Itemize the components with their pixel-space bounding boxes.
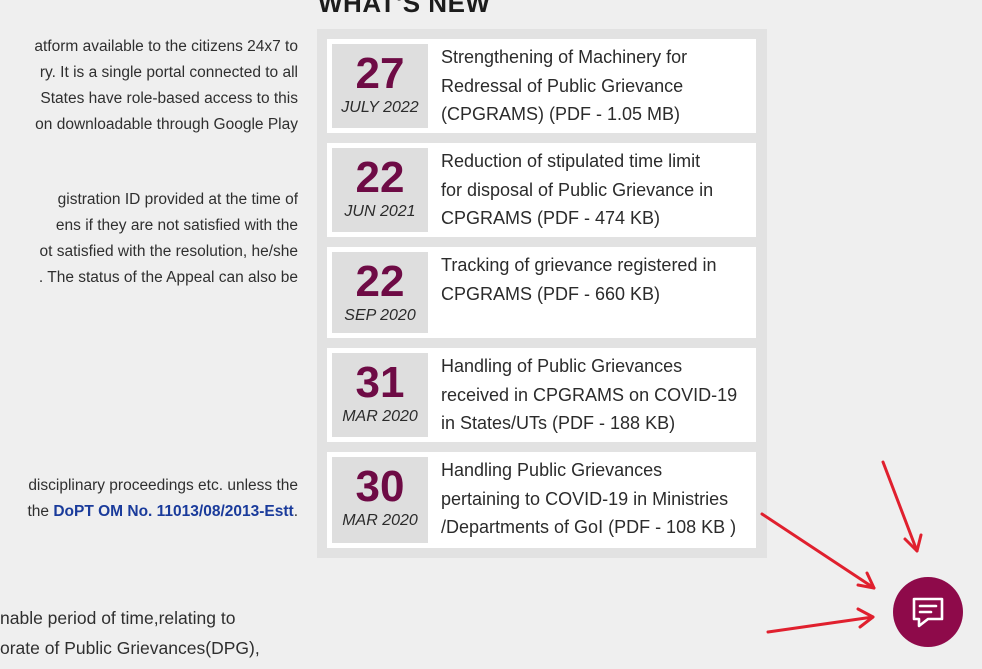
intro-paragraph: atform available to the citizens 24x7 to… [0, 34, 298, 138]
arrow-line [766, 615, 875, 634]
date-month: SEP 2020 [344, 307, 416, 324]
appeal-paragraph: gistration ID provided at the time of en… [0, 187, 298, 291]
whats-new-heading: WHAT'S NEW [318, 0, 491, 18]
date-day: 27 [355, 49, 405, 98]
date-badge: 30 MAR 2020 [332, 457, 428, 543]
news-title-line: in States/UTs (PDF - 188 KB) [441, 413, 676, 433]
news-title[interactable]: Strengthening of Machinery for Redressal… [441, 43, 753, 129]
arrow-line [760, 512, 876, 590]
arrow-head [856, 607, 875, 629]
news-item[interactable]: 31 MAR 2020 Handling of Public Grievance… [327, 348, 756, 442]
chat-bubble-icon [912, 597, 944, 628]
news-title-line: Tracking of grievance registered in [441, 255, 717, 275]
arrow-head [903, 533, 923, 553]
dpg-paragraph: nable period of time,relating to orate o… [0, 603, 298, 663]
news-item[interactable]: 22 JUN 2021 Reduction of stipulated time… [327, 143, 756, 237]
exclusions-paragraph: disciplinary proceedings etc. unless the… [0, 473, 298, 525]
news-title[interactable]: Handling of Public Grievances received i… [441, 352, 753, 438]
date-day: 31 [355, 358, 405, 407]
arrow-line [881, 460, 919, 553]
date-month: MAR 2020 [342, 408, 418, 425]
text-line-with-link: the DoPT OM No. 11013/08/2013-Estt. [0, 499, 298, 525]
news-item[interactable]: 27 JULY 2022 Strengthening of Machinery … [327, 39, 756, 133]
chat-button[interactable] [893, 577, 963, 647]
news-title[interactable]: Tracking of grievance registered in CPGR… [441, 251, 753, 308]
news-title-line: for disposal of Public Grievance in [441, 179, 714, 200]
text-fragment: . [293, 503, 298, 520]
date-day: 22 [355, 257, 405, 306]
arrow-head [856, 571, 876, 590]
whats-new-panel: 27 JULY 2022 Strengthening of Machinery … [317, 29, 767, 558]
news-title[interactable]: Reduction of stipulated time limit for d… [441, 147, 753, 233]
news-title-line: Redressal of Public Grievance [441, 75, 684, 96]
news-title-line: received in CPGRAMS on COVID-19 [441, 384, 738, 405]
news-title-line: Handling of Public Grievances [441, 356, 683, 376]
news-title-line: /Departments of GoI (PDF - 108 KB ) [441, 517, 737, 537]
text-line: ot satisfied with the resolution, he/she [39, 243, 298, 260]
date-badge: 27 JULY 2022 [332, 44, 428, 128]
news-title-line: Handling Public Grievances [441, 460, 663, 480]
news-title-line: pertaining to COVID-19 in Ministries [441, 488, 729, 509]
text-line: orate of Public Grievances(DPG), [0, 638, 260, 658]
news-title-line: CPGRAMS (PDF - 474 KB) [441, 208, 661, 228]
text-line: on downloadable through Google Play [35, 116, 298, 133]
text-line: disciplinary proceedings etc. unless the [28, 477, 298, 494]
date-month: MAR 2020 [342, 512, 418, 529]
text-line: States have role-based access to this [40, 90, 298, 107]
news-title-line: CPGRAMS (PDF - 660 KB) [441, 283, 661, 304]
text-line: ry. It is a single portal connected to a… [39, 64, 298, 81]
text-line: . The status of the Appeal can also be [38, 269, 298, 286]
news-item[interactable]: 30 MAR 2020 Handling Public Grievances p… [327, 452, 756, 548]
news-title-line: Reduction of stipulated time limit [441, 151, 701, 171]
text-line: atform available to the citizens 24x7 to [34, 38, 298, 55]
text-line: ens if they are not satisfied with the [55, 217, 298, 234]
left-content-column: atform available to the citizens 24x7 to… [0, 0, 300, 669]
text-line: nable period of time,relating to [0, 608, 236, 628]
dopt-om-link[interactable]: DoPT OM No. 11013/08/2013-Estt [53, 503, 293, 520]
news-title-line: Strengthening of Machinery for [441, 47, 688, 67]
news-title[interactable]: Handling Public Grievances pertaining to… [441, 456, 753, 542]
news-title-line: (CPGRAMS) (PDF - 1.05 MB) [441, 104, 681, 124]
date-badge: 22 JUN 2021 [332, 148, 428, 232]
date-badge: 31 MAR 2020 [332, 353, 428, 437]
date-month: JULY 2022 [341, 99, 419, 116]
news-item[interactable]: 22 SEP 2020 Tracking of grievance regist… [327, 247, 756, 338]
text-line: gistration ID provided at the time of [57, 191, 298, 208]
date-day: 30 [355, 462, 405, 511]
date-day: 22 [355, 153, 405, 202]
date-month: JUN 2021 [344, 203, 416, 220]
text-fragment: the [27, 503, 54, 520]
date-badge: 22 SEP 2020 [332, 252, 428, 333]
